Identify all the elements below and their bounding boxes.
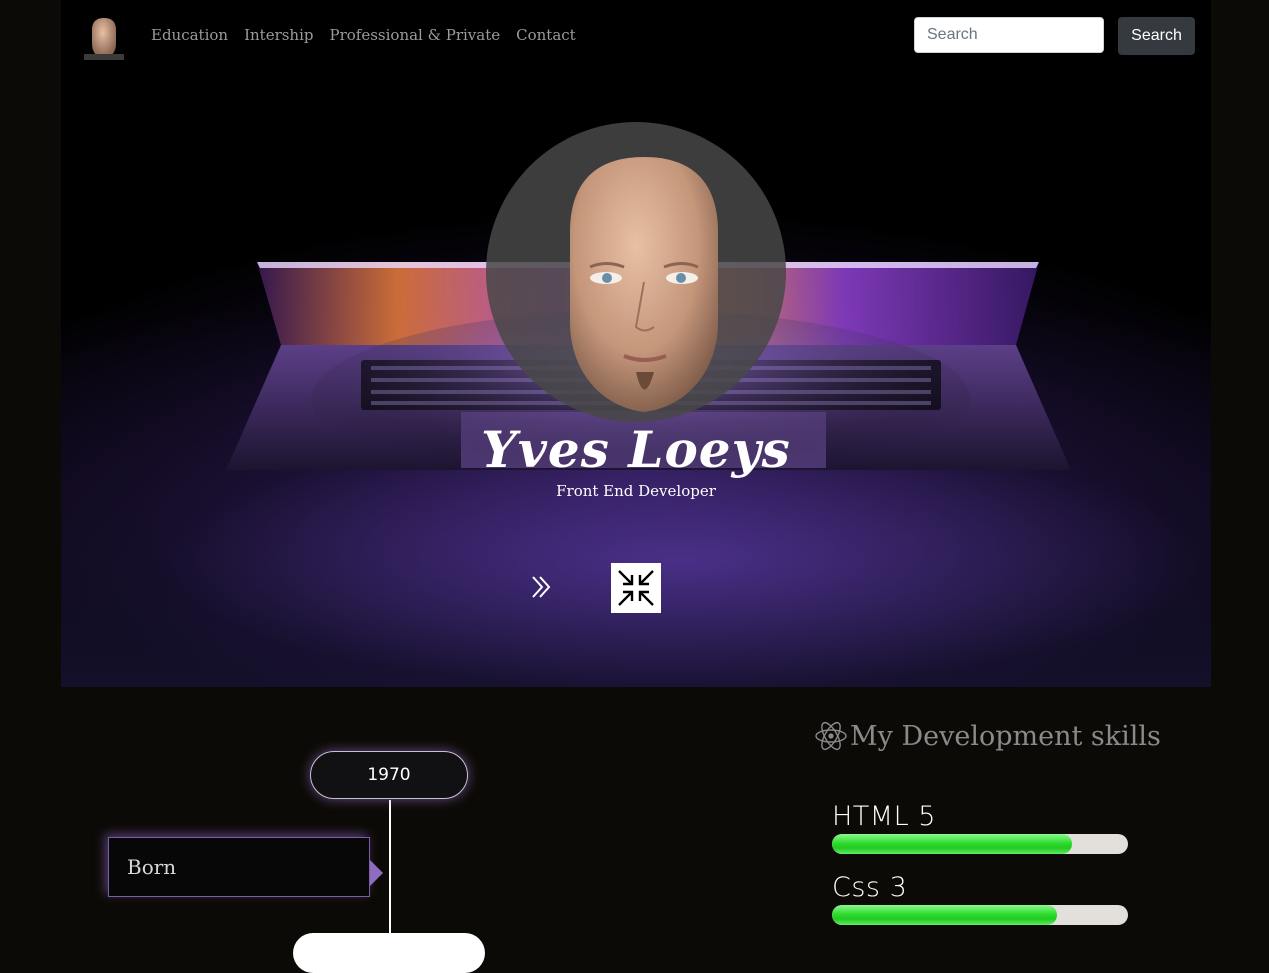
nav-link-professional-private[interactable]: Professional & Private bbox=[330, 26, 501, 44]
collapse-arrows-icon[interactable] bbox=[611, 563, 661, 613]
skills-title: My Development skills bbox=[850, 720, 1161, 752]
hero-subtitle: Front End Developer bbox=[556, 482, 716, 500]
react-atom-icon bbox=[815, 721, 847, 751]
skill-label: Css 3 bbox=[832, 872, 908, 903]
timeline-card-arrow bbox=[370, 860, 383, 886]
logo-avatar[interactable] bbox=[84, 16, 124, 60]
nav-link-education[interactable]: Education bbox=[151, 26, 228, 44]
search-input[interactable] bbox=[914, 17, 1104, 53]
double-chevron-right-icon[interactable] bbox=[529, 572, 555, 602]
skill-progress-bar bbox=[832, 834, 1128, 854]
skills-heading: My Development skills bbox=[814, 719, 1161, 753]
timeline-next-badge bbox=[293, 933, 485, 973]
face-illustration bbox=[570, 157, 718, 412]
nav-link-contact[interactable]: Contact bbox=[516, 26, 576, 44]
profile-photo bbox=[486, 122, 786, 422]
skill-progress-fill bbox=[832, 834, 1072, 854]
skill-label: HTML 5 bbox=[832, 801, 936, 832]
nav-link-intership[interactable]: Intership bbox=[244, 26, 313, 44]
skill-progress-bar bbox=[832, 905, 1128, 925]
timeline-event-card: Born bbox=[108, 837, 370, 897]
hero-section: Yves Loeys Front End Developer bbox=[61, 0, 1211, 687]
search-button[interactable]: Search bbox=[1118, 17, 1195, 55]
skill-item: HTML 5 bbox=[832, 802, 1128, 854]
skill-progress-fill bbox=[832, 905, 1057, 925]
hero-name: Yves Loeys bbox=[481, 420, 791, 479]
skill-item: Css 3 bbox=[832, 873, 1128, 925]
timeline-year-badge: 1970 bbox=[310, 751, 468, 799]
timeline-line bbox=[389, 800, 391, 941]
main-nav: Education Intership Professional & Priva… bbox=[151, 26, 576, 44]
